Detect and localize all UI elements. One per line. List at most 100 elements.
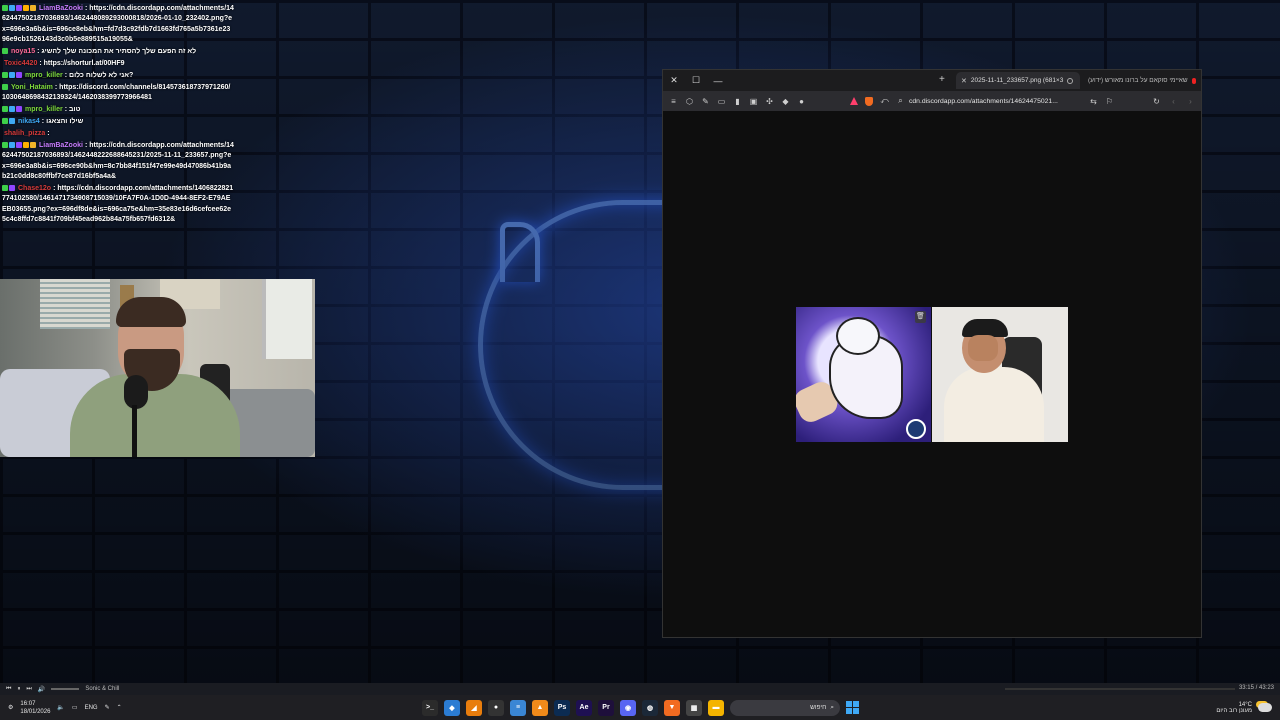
laughing-person-panel (932, 307, 1068, 442)
vpn-icon[interactable]: ● (797, 97, 806, 106)
weather-widget[interactable]: 14°C מעונן רוב היום (1216, 695, 1272, 720)
chat-badge-icon (30, 5, 36, 11)
chat-message: Yoni_Hataim: https://discord.com/channel… (2, 83, 231, 102)
speaker-icon[interactable]: 🔈 (57, 704, 64, 711)
windows-logo-tile (846, 701, 852, 707)
chat-badges (2, 71, 23, 81)
new-tab-button[interactable]: + (939, 74, 945, 85)
chevron-up-icon[interactable]: ⌃ (117, 704, 122, 711)
webcam-window-blinds (40, 279, 110, 329)
anime-head (838, 319, 878, 353)
webcam-feed (0, 279, 315, 457)
media-bar: ⏮ ⏸ ⏭ 🔊 Sonic & Chill 33:15 / 43:23 (0, 683, 1280, 695)
menu-icon[interactable]: ≡ (669, 97, 678, 106)
chat-badges (2, 4, 37, 14)
chat-text: https://shorturl.at/00HF9 (43, 60, 125, 68)
wallet-icon[interactable]: ◆ (781, 97, 790, 106)
volume-slider[interactable] (51, 688, 80, 690)
translate-icon[interactable]: ⇆ (1089, 97, 1098, 106)
settings-icon[interactable]: ⚙ (8, 704, 13, 711)
sidebar-icon[interactable]: ▮ (733, 97, 742, 106)
maximize-window-button[interactable]: ☐ (685, 75, 707, 86)
extensions-icon[interactable]: ✣ (765, 97, 774, 106)
chat-message: Toxic4420: https://shorturl.at/00HF9 (4, 60, 125, 68)
nav-buttons: ↻ ‹ › (1152, 97, 1195, 106)
tab-image[interactable]: ✕ 2025-11-11_233657.png (681×3 (956, 72, 1080, 89)
chat-badges (2, 47, 9, 57)
brave-shields-icon[interactable] (865, 96, 873, 106)
start-button[interactable] (846, 701, 859, 714)
shield-icon[interactable]: ⬡ (685, 97, 694, 106)
volume-icon[interactable]: 🔊 (38, 686, 45, 693)
browser-toolbar: ≡ ⬡ ✎ ▭ ▮ ▣ ✣ ◆ ● ⤺ ⌕ cdn.discordapp.com… (663, 91, 1201, 111)
photoshop-app[interactable]: Ps (554, 699, 570, 716)
notes-app[interactable]: ≡ (510, 699, 526, 716)
back-icon[interactable]: ‹ (1169, 97, 1178, 106)
displayed-image[interactable]: 🗑 (796, 307, 1068, 442)
network-icon[interactable]: ▭ (72, 704, 78, 711)
chat-badges (2, 141, 37, 151)
chat-badge-icon (9, 185, 15, 191)
chat-message: noya15: לא זה הפעם שלך להסתיר את המכונה … (2, 47, 234, 57)
chat-message: nikas4: שילו והצאגו (2, 117, 234, 127)
tab-youtube[interactable]: (ידוע) שאיימי סוקאם על ברונו מאורש (1083, 72, 1201, 89)
chat-badge-icon (2, 83, 8, 90)
close-tab-icon[interactable]: ✕ (961, 77, 967, 85)
tab-search-icon[interactable]: ▭ (717, 97, 726, 106)
chat-username: mpro_killer (25, 106, 63, 114)
brave-app[interactable]: ▼ (664, 699, 680, 716)
bookmark-icon[interactable]: ⚐ (1105, 97, 1114, 106)
media-time: 33:15 / 43:23 (1238, 685, 1274, 691)
terminal-app[interactable]: >_ (422, 699, 438, 716)
blender-app[interactable]: ◢ (466, 699, 482, 716)
minimize-window-button[interactable]: — (707, 76, 729, 86)
cloud-icon (1258, 703, 1272, 712)
share-icon[interactable]: ⤺ (880, 96, 889, 106)
steam-app[interactable]: ◍ (642, 699, 658, 716)
close-window-button[interactable]: ✕ (663, 75, 685, 86)
next-icon[interactable]: ⏭ (26, 686, 31, 693)
chat-message: mpro_killer: אני לא לשלוח כלום? (2, 71, 234, 81)
taskbar-apps: >_ ◆ ◢ ● ≡ ▲ Ps Ae Pr ◉ ◍ ▼ ▦ ▬ חיפוש ⌕ (422, 698, 859, 717)
chat-badges (2, 83, 9, 93)
discord-app[interactable]: ◉ (620, 699, 636, 716)
vscode-app[interactable]: ◆ (444, 699, 460, 716)
search-icon: ⌕ (830, 703, 834, 711)
pen-icon[interactable]: ✎ (105, 704, 110, 711)
language-indicator[interactable]: ENG (85, 705, 98, 711)
forward-icon[interactable]: › (1186, 97, 1195, 106)
pause-icon[interactable]: ⏸ (17, 686, 20, 693)
chat-text: לא זה הפעם שלך להסתיר את המכונה שלך להשי… (41, 48, 197, 56)
premiere-app[interactable]: Pr (598, 699, 614, 716)
chat-username: Chase12o (18, 185, 52, 192)
chat-text: טוב (69, 106, 81, 114)
media-progress[interactable] (1005, 688, 1235, 690)
calendar-app[interactable]: ▦ (686, 699, 702, 716)
person-hand (968, 335, 998, 361)
browser-window[interactable]: ✕ ☐ — + ✕ 2025-11-11_233657.png (681×3 (… (662, 69, 1202, 638)
chat-badge-icon (16, 71, 22, 78)
taskbar-search[interactable]: חיפוש ⌕ (730, 699, 840, 716)
pen-icon[interactable]: ✎ (701, 97, 710, 106)
trash-icon[interactable]: 🗑 (915, 311, 926, 323)
explorer-app[interactable]: ▬ (708, 699, 724, 716)
vlc-app[interactable]: ▲ (532, 699, 548, 716)
clock[interactable]: 16:07 18/01/2026 (20, 700, 50, 716)
chat-message: Chase12o: https://cdn.discordapp.com/att… (2, 185, 234, 224)
tab-title: 2025-11-11_233657.png (681×3 (970, 77, 1064, 84)
address-bar[interactable]: ⌕ cdn.discordapp.com/attachments/1462447… (896, 97, 1082, 106)
chat-badge-icon (2, 106, 8, 113)
chat-username: Yoni_Hataim (11, 83, 53, 91)
bat-rewards-icon[interactable] (850, 97, 858, 105)
github-app[interactable]: ● (488, 699, 504, 716)
chat-badges (2, 117, 16, 127)
page-viewport: 🗑 (663, 111, 1201, 637)
chat-badge-icon (9, 141, 15, 148)
windows-logo-tile (853, 701, 859, 707)
previous-icon[interactable]: ⏮ (6, 686, 11, 693)
chat-message: LiamBaZooki: https://cdn.discordapp.com/… (2, 4, 234, 44)
reload-icon[interactable]: ↻ (1152, 97, 1161, 106)
tab-bar: ✕ ☐ — + ✕ 2025-11-11_233657.png (681×3 (… (663, 70, 1201, 91)
screenshot-icon[interactable]: ▣ (749, 97, 758, 106)
aftereffects-app[interactable]: Ae (576, 699, 592, 716)
